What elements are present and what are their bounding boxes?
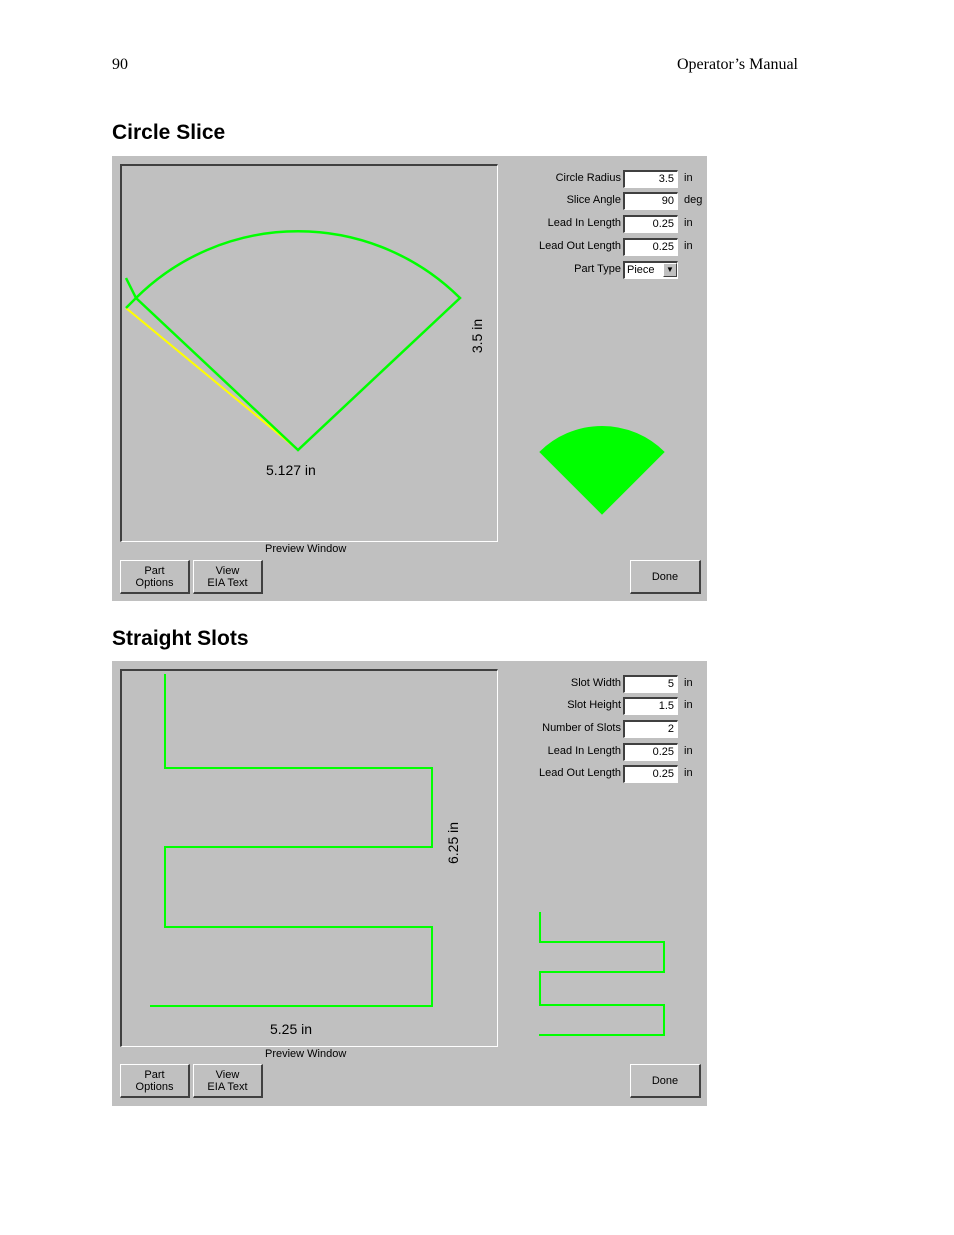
- preview-window: 5.127 in 3.5 in: [120, 164, 498, 542]
- circle-slice-dialog: 5.127 in 3.5 in Preview Window Circle Ra…: [112, 156, 707, 601]
- circle-slice-preview-drawing: [124, 230, 462, 452]
- slot-path: [150, 674, 433, 1007]
- width-dimension: 5.127 in: [266, 462, 316, 478]
- circle-slice-thumbnail: [539, 425, 665, 515]
- number-of-slots-input[interactable]: 2: [623, 720, 678, 738]
- part-options-button[interactable]: Part Options: [120, 560, 190, 594]
- lead-out-length-label: Lead Out Length: [539, 240, 621, 252]
- part-type-label: Part Type: [574, 263, 621, 275]
- part-type-value: Piece: [627, 264, 655, 276]
- preview-window: 5.25 in 6.25 in: [120, 669, 498, 1047]
- thumbnail-slot-path: [539, 912, 665, 1036]
- slot-width-unit: in: [684, 677, 693, 689]
- slot-width-label: Slot Width: [570, 677, 621, 689]
- straight-slots-heading: Straight Slots: [112, 627, 249, 650]
- slice-angle-row: Slice Angle 90 deg: [512, 191, 707, 211]
- done-button[interactable]: Done: [630, 560, 701, 594]
- lead-out-length-input[interactable]: 0.25: [623, 765, 678, 783]
- lead-in-length-input[interactable]: 0.25: [623, 743, 678, 761]
- straight-slots-dialog: 5.25 in 6.25 in Preview Window Slot Widt…: [112, 661, 707, 1106]
- slice-angle-input[interactable]: 90: [623, 192, 678, 210]
- part-type-row: Part Type Piece ▼: [512, 260, 707, 280]
- circle-radius-input[interactable]: 3.5: [623, 170, 678, 188]
- lead-out-length-row: Lead Out Length 0.25 in: [512, 764, 707, 784]
- slot-width-input[interactable]: 5: [623, 675, 678, 693]
- part-options-button[interactable]: Part Options: [120, 1064, 190, 1098]
- lead-in-length-row: Lead In Length 0.25 in: [512, 214, 707, 234]
- lead-in-length-unit: in: [684, 745, 693, 757]
- straight-slots-thumbnail: [539, 912, 665, 1036]
- lead-in-length-row: Lead In Length 0.25 in: [512, 742, 707, 762]
- preview-caption: Preview Window: [265, 543, 347, 555]
- lead-in-length-label: Lead In Length: [547, 217, 621, 229]
- lead-out-line-2: [125, 297, 137, 309]
- page-number: 90: [112, 56, 128, 73]
- straight-slots-preview-drawing: [150, 674, 433, 1007]
- height-dimension: 6.25 in: [445, 821, 462, 865]
- lead-in-line: [125, 307, 299, 451]
- circle-radius-unit: in: [684, 172, 693, 184]
- lead-in-length-unit: in: [684, 217, 693, 229]
- lead-out-length-row: Lead Out Length 0.25 in: [512, 237, 707, 257]
- manual-title: Operator’s Manual: [677, 56, 798, 73]
- view-eia-text-button[interactable]: View EIA Text: [193, 560, 263, 594]
- lead-out-length-unit: in: [684, 240, 693, 252]
- slot-height-row: Slot Height 1.5 in: [512, 696, 707, 716]
- done-button[interactable]: Done: [630, 1064, 701, 1098]
- slot-height-unit: in: [684, 699, 693, 711]
- chevron-down-icon[interactable]: ▼: [663, 263, 677, 277]
- slot-height-label: Slot Height: [567, 699, 621, 711]
- slot-height-input[interactable]: 1.5: [623, 697, 678, 715]
- slice-angle-label: Slice Angle: [566, 194, 621, 206]
- width-dimension: 5.25 in: [270, 1021, 313, 1037]
- lead-in-length-label: Lead In Length: [547, 745, 621, 757]
- preview-caption: Preview Window: [265, 1048, 347, 1060]
- view-eia-text-button[interactable]: View EIA Text: [193, 1064, 263, 1098]
- circle-slice-heading: Circle Slice: [112, 121, 226, 144]
- lead-out-length-unit: in: [684, 767, 693, 779]
- lead-out-line: [124, 277, 138, 299]
- slice-outline: [134, 230, 462, 452]
- slice-angle-unit: deg: [684, 194, 703, 206]
- lead-out-length-input[interactable]: 0.25: [623, 238, 678, 256]
- slot-width-row: Slot Width 5 in: [512, 674, 707, 694]
- number-of-slots-label: Number of Slots: [542, 722, 621, 734]
- thumbnail-slice: [539, 425, 665, 515]
- height-dimension: 3.5 in: [469, 318, 486, 354]
- lead-in-length-input[interactable]: 0.25: [623, 215, 678, 233]
- circle-radius-row: Circle Radius 3.5 in: [512, 169, 707, 189]
- lead-out-length-label: Lead Out Length: [539, 767, 621, 779]
- circle-radius-label: Circle Radius: [555, 172, 621, 184]
- number-of-slots-row: Number of Slots 2: [512, 719, 707, 739]
- part-type-select[interactable]: Piece ▼: [623, 261, 678, 279]
